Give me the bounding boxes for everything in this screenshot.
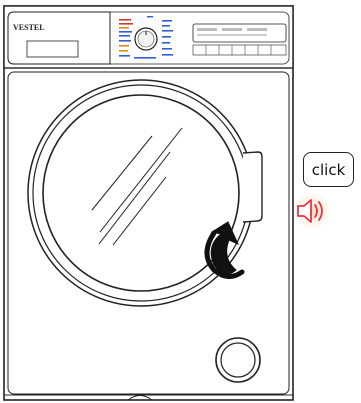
display-panel bbox=[192, 23, 287, 43]
speaker-sound-icon bbox=[292, 193, 332, 229]
door-handle[interactable] bbox=[242, 151, 263, 223]
detergent-drawer-handle[interactable] bbox=[26, 40, 79, 58]
brand-logo: VESTEL bbox=[13, 23, 45, 32]
pump-filter-cover[interactable] bbox=[215, 337, 261, 383]
control-panel: VESTEL bbox=[3, 5, 294, 69]
click-hint-label: click bbox=[311, 160, 346, 179]
program-selector-knob[interactable] bbox=[134, 27, 158, 51]
function-buttons[interactable] bbox=[192, 44, 287, 56]
click-hint-bubble: click bbox=[303, 152, 354, 187]
